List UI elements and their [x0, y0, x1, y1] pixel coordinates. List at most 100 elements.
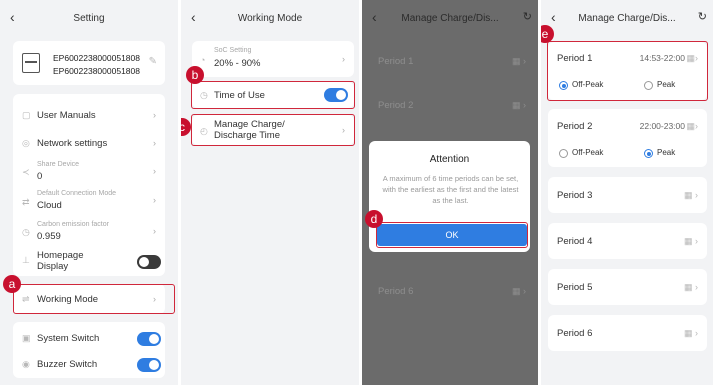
period-4-card[interactable]: Period 4 ▦ › — [548, 223, 707, 259]
share-device-label: Share Device — [37, 161, 80, 168]
settings-item-user-manuals[interactable]: ▢ User Manuals › — [13, 102, 165, 130]
page-title: Manage Charge/Dis... — [401, 13, 499, 24]
off-peak-radio[interactable] — [559, 149, 568, 158]
buzzer-switch-label: Buzzer Switch — [37, 359, 98, 370]
callout-d: d — [365, 210, 383, 228]
soc-setting-label: SoC Setting — [214, 47, 252, 54]
calendar-icon: ▦ › — [511, 100, 526, 110]
period-5-card[interactable]: Period 5 ▦ › — [548, 269, 707, 305]
calendar-icon: ▦ › — [683, 236, 698, 246]
connection-mode-label: Default Connection Mode — [37, 190, 116, 197]
carbon-factor-value: 0.959 — [37, 231, 61, 242]
network-settings-label: Network settings — [37, 138, 108, 149]
battery-icon: ◔ — [200, 55, 206, 65]
off-peak-label: Off-Peak — [572, 148, 604, 157]
system-switch-label: System Switch — [37, 333, 100, 344]
page-title: Setting — [73, 13, 105, 24]
period-row: Period 6 ▦ › — [362, 274, 538, 306]
period-row: Period 1 ▦ › — [362, 44, 538, 76]
highlight-working-mode — [13, 284, 175, 314]
period-2-label: Period 2 — [557, 121, 593, 132]
homepage-display-label: Homepage Display — [37, 250, 84, 272]
device-serial: EP6002238000051808 — [53, 53, 140, 63]
period-row: Period 2 ▦ › — [362, 88, 538, 120]
carbon-factor-label: Carbon emission factor — [37, 221, 109, 228]
settings-item-buzzer-switch: ◉ Buzzer Switch — [13, 352, 165, 376]
soc-setting-row[interactable]: ◔ SoC Setting 20% - 90% › — [192, 41, 354, 77]
chevron-right-icon: › — [153, 195, 156, 205]
period-label: Period 6 — [378, 286, 414, 297]
buzzer-icon: ◉ — [22, 359, 30, 369]
chevron-right-icon: › — [153, 138, 156, 148]
working-mode-nav-bar: ‹ Working Mode — [181, 0, 359, 36]
device-card[interactable]: EP6002238000051808 EP6002238000051808 ✎ — [13, 41, 165, 85]
manage-charge-nav-bar: ‹ Manage Charge/Dis... ↻ — [362, 0, 538, 36]
period-6-card[interactable]: Period 6 ▦ › — [548, 315, 707, 351]
period-2-card[interactable]: Period 2 22:00-23:00 ▦› Off-Peak Peak — [548, 109, 707, 167]
period-3-card[interactable]: Period 3 ▦ › — [548, 177, 707, 213]
chevron-right-icon: › — [342, 54, 345, 64]
settings-item-carbon-factor[interactable]: ◷ Carbon emission factor 0.959 › — [13, 216, 165, 244]
device-icon — [22, 53, 40, 73]
settings-nav-bar: ‹ Setting — [0, 0, 178, 36]
callout-c: c — [181, 118, 191, 136]
pin-icon: ⊥ — [22, 255, 30, 265]
manage-charge-periods-screen: ‹ Manage Charge/Dis... ↻ Period 1 14:53-… — [541, 0, 713, 385]
settings-item-network[interactable]: ◎ Network settings › — [13, 130, 165, 156]
refresh-icon[interactable]: ↻ — [523, 10, 532, 23]
calendar-icon: ▦› — [686, 121, 698, 131]
settings-item-system-switch: ▣ System Switch — [13, 326, 165, 350]
soc-setting-value: 20% - 90% — [214, 58, 261, 69]
period-4-label: Period 4 — [557, 236, 593, 247]
link-icon: ⇄ — [22, 197, 30, 207]
callout-a: a — [3, 275, 21, 293]
callout-b: b — [186, 66, 204, 84]
chevron-right-icon: › — [153, 226, 156, 236]
chevron-right-icon: › — [153, 110, 156, 120]
share-device-value: 0 — [37, 171, 43, 182]
dialog-message: A maximum of 6 time periods can be set, … — [382, 174, 519, 205]
book-icon: ▢ — [22, 110, 31, 120]
user-manuals-label: User Manuals — [37, 110, 96, 121]
manage-charge-nav-bar: ‹ Manage Charge/Dis... ↻ — [541, 0, 713, 36]
calendar-icon: ▦ › — [683, 328, 698, 338]
system-switch-toggle[interactable] — [137, 332, 161, 346]
homepage-display-toggle[interactable] — [137, 255, 161, 269]
chevron-right-icon: › — [153, 166, 156, 176]
period-6-label: Period 6 — [557, 328, 593, 339]
period-label: Period 1 — [378, 56, 414, 67]
highlight-time-of-use — [191, 81, 355, 109]
period-label: Period 2 — [378, 100, 414, 111]
calendar-icon: ▦ › — [683, 190, 698, 200]
settings-list-card: ▢ User Manuals › ◎ Network settings › ≺ … — [13, 94, 165, 276]
buzzer-switch-toggle[interactable] — [137, 358, 161, 372]
calendar-icon: ▦ › — [511, 286, 526, 296]
carbon-icon: ◷ — [22, 227, 30, 237]
period-2-time: 22:00-23:00 — [639, 121, 685, 131]
highlight-manage-charge — [191, 114, 355, 146]
settings-item-connection-mode[interactable]: ⇄ Default Connection Mode Cloud › — [13, 186, 165, 214]
power-icon: ▣ — [22, 333, 31, 343]
share-icon: ≺ — [22, 167, 30, 177]
working-mode-screen: ‹ Working Mode ◔ SoC Setting 20% - 90% ›… — [181, 0, 359, 385]
network-icon: ◎ — [22, 138, 30, 148]
dialog-title: Attention — [429, 154, 470, 165]
switches-card: ▣ System Switch ◉ Buzzer Switch — [13, 322, 165, 378]
settings-item-homepage-display: ⊥ Homepage Display — [13, 246, 165, 274]
edit-icon[interactable]: ✎ — [149, 57, 157, 67]
refresh-icon[interactable]: ↻ — [698, 10, 707, 23]
page-title: Manage Charge/Dis... — [578, 13, 676, 24]
highlight-period-1 — [547, 41, 708, 101]
period-5-label: Period 5 — [557, 282, 593, 293]
period-3-label: Period 3 — [557, 190, 593, 201]
page-title: Working Mode — [237, 13, 303, 24]
peak-label: Peak — [657, 148, 676, 157]
settings-screen: ‹ Setting EP6002238000051808 EP600223800… — [0, 0, 178, 385]
peak-radio[interactable] — [644, 149, 653, 158]
highlight-ok-button — [376, 222, 528, 248]
settings-item-share-device[interactable]: ≺ Share Device 0 › — [13, 156, 165, 184]
connection-mode-value: Cloud — [37, 200, 62, 211]
manage-charge-dialog-screen: ‹ Manage Charge/Dis... ↻ Period 1 ▦ › Pe… — [362, 0, 538, 385]
calendar-icon: ▦ › — [511, 56, 526, 66]
device-serial-secondary: EP6002238000051808 — [53, 66, 140, 76]
